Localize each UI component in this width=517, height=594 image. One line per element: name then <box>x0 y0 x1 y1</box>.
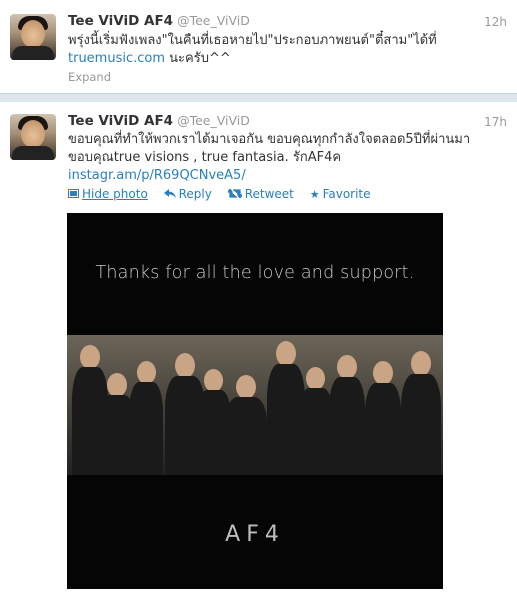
timestamp[interactable]: 17h <box>484 115 507 129</box>
tweet-header: Tee ViViD AF4 @Tee_ViViD <box>68 113 250 129</box>
person <box>225 375 267 475</box>
avatar-face <box>21 20 45 48</box>
tweet-link[interactable]: truemusic.com <box>68 51 165 66</box>
tweet-text-line: ขอบคุณtrue visions , true fantasia. รักA… <box>68 150 342 165</box>
retweet-button[interactable]: Retweet <box>226 187 298 201</box>
hide-photo-button[interactable]: Hide photo <box>68 187 152 201</box>
reply-button[interactable]: Reply <box>163 187 216 201</box>
avatar-face <box>21 120 45 148</box>
avatar-shirt <box>12 46 54 60</box>
avatar-shirt <box>12 146 54 160</box>
photo-caption-bottom: AF4 <box>225 522 285 547</box>
reply-label: Reply <box>178 187 212 201</box>
reply-icon <box>163 188 176 201</box>
tweet-link[interactable]: instagr.am/p/R69QCNveA5/ <box>68 168 246 183</box>
group-photo <box>67 335 443 475</box>
avatar[interactable] <box>10 114 56 160</box>
person <box>129 361 163 475</box>
tweet-text-line: ขอบคุณที่ทำให้พวกเราได้มาเจอกัน ขอบคุณทุ… <box>68 132 471 147</box>
hide-photo-label: Hide photo <box>82 187 148 201</box>
avatar[interactable] <box>10 14 56 60</box>
timestamp[interactable]: 12h <box>484 15 507 29</box>
tweet-photo[interactable]: Thanks for all the love and support. AF4 <box>67 213 443 589</box>
favorite-star-icon: ★ <box>309 188 320 201</box>
tweet-header: Tee ViViD AF4 @Tee_ViViD <box>68 13 250 29</box>
expand-link[interactable]: Expand <box>68 70 111 84</box>
retweet-icon <box>226 187 243 201</box>
retweet-label: Retweet <box>244 187 294 201</box>
user-name[interactable]: Tee ViViD AF4 <box>68 113 173 129</box>
photo-caption-top: Thanks for all the love and support. <box>95 263 415 283</box>
tweet-text: พรุ่งนี้เริ่มฟังเพลง"ในคืนที่เธอหายไป"ปร… <box>68 32 508 68</box>
user-handle[interactable]: @Tee_ViViD <box>177 113 250 128</box>
tweet-divider <box>0 93 517 102</box>
favorite-label: Favorite <box>322 187 371 201</box>
user-handle[interactable]: @Tee_ViViD <box>177 13 250 28</box>
person <box>299 367 333 475</box>
photo-icon <box>68 188 79 201</box>
person <box>329 355 365 475</box>
tweet-text-tail: นะครับ^^ <box>165 51 231 66</box>
person <box>365 361 401 475</box>
person <box>401 351 441 475</box>
tweet-text: ขอบคุณที่ทำให้พวกเราได้มาเจอกัน ขอบคุณทุ… <box>68 131 508 185</box>
tweet-text-line: พรุ่งนี้เริ่มฟังเพลง"ในคืนที่เธอหายไป"ปร… <box>68 33 437 48</box>
favorite-button[interactable]: ★ Favorite <box>310 187 371 201</box>
user-name[interactable]: Tee ViViD AF4 <box>68 13 173 29</box>
tweet-actions: Hide photo Reply Retweet ★ Favorite <box>68 187 383 201</box>
